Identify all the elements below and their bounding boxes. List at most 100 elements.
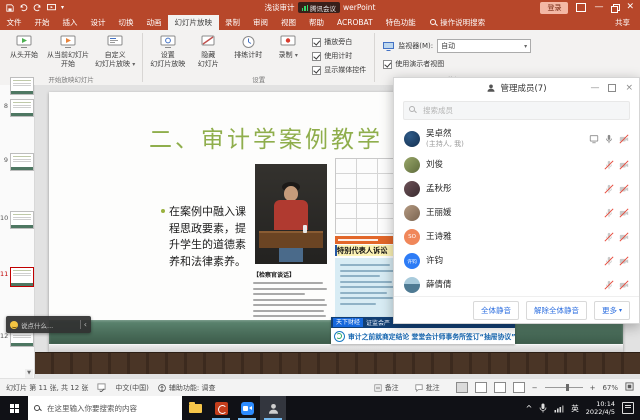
rehearse-timings-button[interactable]: 排练计时	[228, 33, 268, 62]
save-icon[interactable]	[6, 4, 14, 12]
member-row[interactable]: SO 王诗雅	[394, 225, 639, 249]
taskbar-search-box[interactable]	[28, 396, 182, 420]
close-button[interactable]: ✕	[626, 3, 634, 12]
camera-off-icon[interactable]	[619, 256, 629, 266]
volume-mic-icon[interactable]	[539, 403, 547, 413]
active-app-taskbar-icon[interactable]	[260, 396, 286, 420]
tab-record[interactable]: 录制	[219, 15, 247, 30]
screen-share-icon[interactable]	[589, 134, 599, 144]
member-search-input[interactable]	[421, 102, 626, 119]
more-button[interactable]: 更多▾	[594, 301, 630, 320]
camera-off-icon[interactable]	[619, 232, 629, 242]
play-narrations-checkbox[interactable]: 播放旁白	[312, 37, 366, 47]
camera-off-icon[interactable]	[619, 134, 629, 144]
emoji-icon[interactable]	[10, 321, 18, 329]
panel-close-button[interactable]: ×	[625, 83, 633, 93]
mic-off-icon[interactable]	[604, 184, 614, 194]
from-beginning-button[interactable]: 从头开始	[4, 33, 44, 62]
tab-file[interactable]: 文件	[0, 15, 28, 30]
mute-all-button[interactable]: 全体静音	[473, 301, 519, 320]
mic-off-icon[interactable]	[604, 280, 614, 290]
tray-expand-chevron[interactable]: ^	[526, 404, 533, 413]
fit-to-window-button[interactable]	[625, 382, 634, 393]
member-row[interactable]: 许钧 许钧	[394, 249, 639, 273]
meeting-chat-overlay[interactable]: 说点什么... ‹	[6, 316, 91, 333]
thumbnail-scroll-down-button[interactable]: ▼	[25, 369, 33, 378]
zoom-out-button[interactable]: −	[532, 384, 538, 392]
tab-home[interactable]: 开始	[28, 15, 56, 30]
use-presenter-view-checkbox[interactable]: 使用演示者视图	[383, 59, 531, 69]
use-timings-checkbox[interactable]: 使用计时	[312, 51, 366, 61]
taskbar-clock[interactable]: 10:142022/4/5	[586, 400, 615, 417]
qat-dropdown-icon[interactable]: ▾	[61, 4, 64, 11]
slide-sorter-view-button[interactable]	[475, 382, 487, 393]
start-button[interactable]	[0, 396, 28, 420]
zoom-in-button[interactable]: +	[590, 384, 596, 392]
zoom-level[interactable]: 67%	[602, 384, 618, 392]
thumbnail-slide-8[interactable]: 8	[0, 99, 34, 117]
tab-features[interactable]: 特色功能	[379, 15, 422, 30]
share-button[interactable]: 共享	[615, 15, 640, 30]
from-current-slide-button[interactable]: 从当前幻灯片开始	[44, 33, 92, 71]
member-row-host[interactable]: 吴卓然 (主持人, 我)	[394, 125, 639, 153]
custom-slideshow-button[interactable]: 自定义幻灯片放映 ▾	[92, 33, 138, 71]
collapse-chevron-icon[interactable]: ‹	[84, 321, 87, 329]
camera-off-icon[interactable]	[619, 208, 629, 218]
thumbnail-slide-10[interactable]: 10	[0, 211, 34, 229]
zoom-slider-thumb[interactable]	[566, 384, 569, 391]
input-language-indicator[interactable]: 英	[571, 403, 579, 414]
chat-input-placeholder[interactable]: 说点什么...	[21, 320, 53, 330]
signin-button[interactable]: 登录	[540, 2, 568, 14]
slideshow-view-button[interactable]	[513, 382, 525, 393]
reading-view-button[interactable]	[494, 382, 506, 393]
slide-video-frame[interactable]	[255, 164, 327, 264]
hide-slide-button[interactable]: 隐藏幻灯片	[188, 33, 228, 71]
powerpoint-taskbar-icon[interactable]	[208, 396, 234, 420]
tab-design[interactable]: 设计	[84, 15, 112, 30]
member-row[interactable]: 王丽媛	[394, 201, 639, 225]
action-center-icon[interactable]	[622, 402, 634, 414]
thumbnail-slide-9[interactable]: 9	[0, 153, 34, 171]
notes-toggle[interactable]: 备注	[374, 383, 399, 393]
tab-view[interactable]: 视图	[275, 15, 303, 30]
restore-button[interactable]	[611, 4, 618, 11]
camera-off-icon[interactable]	[619, 184, 629, 194]
zoom-slider[interactable]	[545, 387, 583, 388]
tab-acrobat[interactable]: ACROBAT	[331, 15, 380, 30]
tencent-meeting-taskbar-icon[interactable]	[234, 396, 260, 420]
mic-icon[interactable]	[604, 134, 614, 144]
setup-slideshow-button[interactable]: 设置幻灯片放映	[147, 33, 188, 71]
comments-toggle[interactable]: 批注	[415, 383, 440, 393]
mic-off-icon[interactable]	[604, 256, 614, 266]
mic-off-icon[interactable]	[604, 232, 614, 242]
unmute-all-button[interactable]: 解除全体静音	[526, 301, 587, 320]
slideshow-icon[interactable]	[47, 4, 56, 12]
file-explorer-taskbar-icon[interactable]	[182, 396, 208, 420]
member-row[interactable]: 薛倩倩	[394, 273, 639, 296]
camera-off-icon[interactable]	[619, 160, 629, 170]
taskbar-search-input[interactable]	[45, 403, 176, 414]
monitor-select[interactable]: 自动▾	[437, 39, 531, 53]
tab-slideshow[interactable]: 幻灯片放映	[168, 15, 219, 30]
mic-off-icon[interactable]	[604, 208, 614, 218]
panel-maximize-button[interactable]	[608, 84, 616, 92]
panel-minimize-button[interactable]: —	[590, 83, 599, 93]
thumbnail-slide-11-active[interactable]: 11	[0, 267, 34, 287]
tab-review[interactable]: 审阅	[247, 15, 275, 30]
record-button[interactable]: 录制 ▾	[268, 33, 308, 62]
accessibility-status[interactable]: 辅助功能: 调查	[158, 383, 216, 393]
tab-animations[interactable]: 动画	[140, 15, 168, 30]
tell-me-search[interactable]: 操作说明搜索	[430, 15, 485, 30]
thumbnail-slide-7-partial[interactable]	[0, 77, 34, 95]
redo-icon[interactable]	[33, 4, 42, 12]
meeting-overlay-badge[interactable]: 腾讯会议	[298, 2, 341, 13]
spellcheck-icon[interactable]	[97, 383, 106, 392]
member-row[interactable]: 刘俊	[394, 153, 639, 177]
mic-off-icon[interactable]	[604, 160, 614, 170]
tab-help[interactable]: 帮助	[303, 15, 331, 30]
member-row[interactable]: 孟秋彤	[394, 177, 639, 201]
language-indicator[interactable]: 中文(中国)	[115, 383, 148, 393]
tab-transitions[interactable]: 切换	[112, 15, 140, 30]
ribbon-display-options-icon[interactable]	[576, 3, 586, 12]
undo-icon[interactable]	[19, 4, 28, 12]
